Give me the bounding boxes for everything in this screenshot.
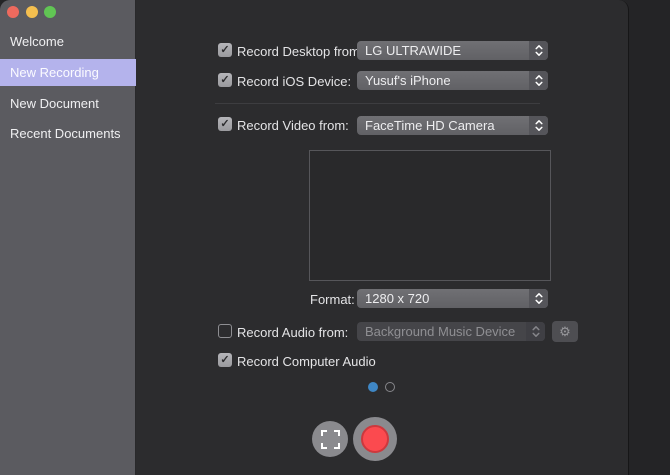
record-ios-label: Record iOS Device: xyxy=(237,74,351,89)
desktop-source-dropdown[interactable]: LG ULTRAWIDE xyxy=(357,41,548,60)
gear-icon: ⚙ xyxy=(559,325,571,338)
sidebar-item-recent-documents[interactable]: Recent Documents xyxy=(0,120,136,147)
chevron-up-down-icon xyxy=(529,41,548,60)
record-computer-audio-label: Record Computer Audio xyxy=(237,354,376,369)
section-divider xyxy=(215,103,540,104)
camera-preview xyxy=(309,150,551,281)
check-icon: ✓ xyxy=(220,45,229,56)
sidebar-item-new-recording[interactable]: New Recording xyxy=(0,59,136,86)
record-desktop-label: Record Desktop from: xyxy=(237,44,363,59)
record-icon xyxy=(361,425,389,453)
record-desktop-checkbox[interactable]: ✓ xyxy=(218,43,232,57)
ios-device-value: Yusuf's iPhone xyxy=(357,73,529,88)
sidebar: Welcome New Recording New Document Recen… xyxy=(0,0,136,475)
record-video-label: Record Video from: xyxy=(237,118,349,133)
sidebar-item-new-document[interactable]: New Document xyxy=(0,90,136,117)
desktop-source-value: LG ULTRAWIDE xyxy=(357,43,529,58)
minimize-button[interactable] xyxy=(26,6,38,18)
sidebar-item-welcome[interactable]: Welcome xyxy=(0,28,136,55)
dashed-selection-icon xyxy=(321,430,340,449)
record-audio-label: Record Audio from: xyxy=(237,325,348,340)
check-icon: ✓ xyxy=(220,119,229,130)
record-video-checkbox[interactable]: ✓ xyxy=(218,117,232,131)
zoom-button[interactable] xyxy=(44,6,56,18)
chevron-up-down-icon xyxy=(529,116,548,135)
screen: Welcome New Recording New Document Recen… xyxy=(0,0,670,475)
check-icon: ✓ xyxy=(220,75,229,86)
chevron-up-down-icon xyxy=(529,71,548,90)
record-audio-checkbox[interactable]: ✓ xyxy=(218,324,232,338)
page-dot-1[interactable] xyxy=(368,382,378,392)
record-ios-checkbox[interactable]: ✓ xyxy=(218,73,232,87)
audio-source-value: Background Music Device xyxy=(357,324,526,339)
selection-area-button[interactable] xyxy=(312,421,348,457)
close-button[interactable] xyxy=(7,6,19,18)
chevron-up-down-icon xyxy=(529,289,548,308)
video-source-value: FaceTime HD Camera xyxy=(357,118,529,133)
record-computer-audio-checkbox[interactable]: ✓ xyxy=(218,353,232,367)
check-icon: ✓ xyxy=(220,355,229,366)
audio-source-dropdown: Background Music Device xyxy=(357,322,545,341)
record-button[interactable] xyxy=(353,417,397,461)
app-window: Welcome New Recording New Document Recen… xyxy=(0,0,629,475)
ios-device-dropdown[interactable]: Yusuf's iPhone xyxy=(357,71,548,90)
format-label: Format: xyxy=(310,292,355,307)
chevron-up-down-icon xyxy=(526,322,545,341)
format-value: 1280 x 720 xyxy=(357,291,529,306)
audio-settings-button[interactable]: ⚙ xyxy=(552,321,578,342)
format-dropdown[interactable]: 1280 x 720 xyxy=(357,289,548,308)
video-source-dropdown[interactable]: FaceTime HD Camera xyxy=(357,116,548,135)
page-dot-2[interactable] xyxy=(385,382,395,392)
